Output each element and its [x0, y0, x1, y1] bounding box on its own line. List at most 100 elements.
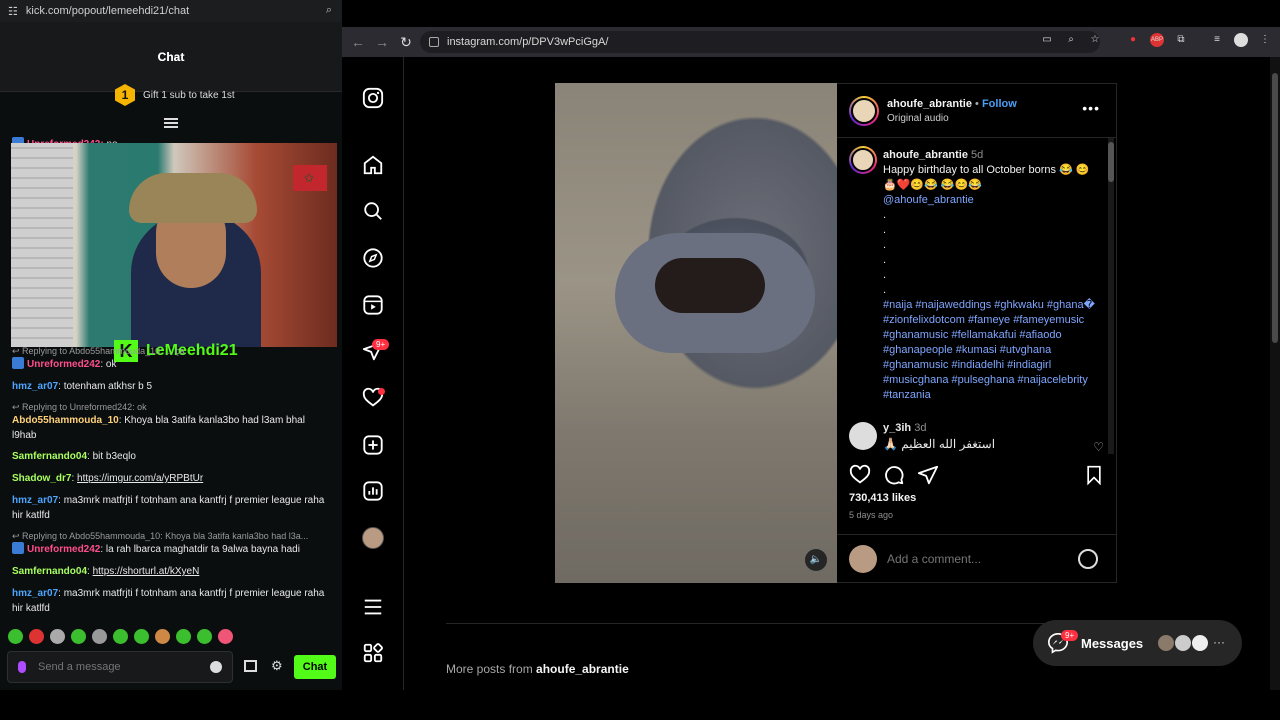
cast-icon[interactable]: ▭	[1040, 33, 1054, 47]
like-heart-icon[interactable]	[849, 464, 871, 486]
emote-icon[interactable]	[197, 629, 212, 644]
emote-icon[interactable]	[176, 629, 191, 644]
chat-link[interactable]: https://imgur.com/a/yRPBtUr	[77, 473, 203, 484]
page-scrollbar[interactable]	[1270, 57, 1280, 690]
adblock-icon[interactable]: ABP	[1150, 33, 1164, 47]
like-count[interactable]: 730,413 likes	[849, 492, 916, 504]
comment-text: 🙏🏻 استغفر الله العظيم	[883, 437, 996, 451]
chat-input-box[interactable]	[7, 651, 233, 683]
emote-icon[interactable]	[8, 629, 23, 644]
contact-avatar	[1174, 634, 1192, 652]
messages-floating-button[interactable]: 9+ Messages ···	[1033, 620, 1242, 666]
home-icon[interactable]	[362, 154, 384, 176]
chat-username[interactable]: hmz_ar07	[12, 588, 58, 599]
emote-icon[interactable]	[218, 629, 233, 644]
caption-username[interactable]: ahoufe_abrantie	[883, 149, 968, 161]
reels-icon[interactable]	[362, 294, 384, 316]
follow-button[interactable]: Follow	[982, 98, 1017, 110]
emote-icon[interactable]	[50, 629, 65, 644]
chat-message: hmz_ar07: ma3mrk matfrjti f totnham ana …	[12, 495, 325, 521]
caption-time: 5d	[971, 149, 984, 161]
chat-message: Unreformed242: ok	[12, 357, 330, 372]
gift-leaderboard-banner[interactable]: 1 Gift 1 sub to take 1st	[115, 84, 235, 106]
gear-icon[interactable]: ⚙	[271, 658, 283, 674]
add-comment-bar	[837, 534, 1116, 584]
dashboard-insights-icon[interactable]	[362, 480, 384, 502]
bookmark-star-icon[interactable]: ☆	[1088, 33, 1102, 47]
chat-username[interactable]: Unreformed242	[27, 544, 100, 555]
chat-link[interactable]: https://shorturl.at/kXyeN	[93, 566, 200, 577]
comment-bubble-icon[interactable]	[883, 464, 905, 486]
emote-icon[interactable]	[134, 629, 149, 644]
my-avatar	[849, 545, 877, 573]
media-controls-icon[interactable]: ≡	[1210, 33, 1224, 47]
caption-avatar[interactable]	[849, 146, 877, 174]
instagram-logo-icon[interactable]	[362, 87, 384, 109]
chat-username[interactable]: Samfernando04	[12, 566, 87, 577]
comments-scrollbar[interactable]	[1108, 138, 1114, 454]
also-from-meta-icon[interactable]	[362, 642, 384, 664]
original-audio-link[interactable]: Original audio	[887, 113, 949, 124]
chat-username[interactable]: Shadow_dr7	[12, 473, 71, 484]
emoji-picker-icon[interactable]	[210, 661, 222, 673]
author-username[interactable]: ahoufe_abrantie	[887, 98, 972, 110]
chat-message: Shadow_dr7: https://imgur.com/a/yRPBtUr	[12, 473, 204, 484]
chat-username[interactable]: hmz_ar07	[12, 495, 58, 506]
explore-compass-icon[interactable]	[362, 247, 384, 269]
emoji-icon[interactable]	[1078, 549, 1098, 569]
back-icon[interactable]: ←	[346, 34, 370, 50]
reply-context: ↩ Replying to Abdo55hammouda_10: ... ça	[12, 346, 185, 356]
post-caption: ahoufe_abrantie 5d Happy birthday to all…	[883, 148, 1098, 403]
pinned-menu-icon[interactable]	[164, 118, 178, 130]
record-extension-icon[interactable]: ●	[1126, 33, 1140, 47]
emote-icon[interactable]	[71, 629, 86, 644]
chrome-menu-icon[interactable]: ⋮	[1258, 33, 1272, 47]
chat-username[interactable]: Abdo55hammouda_10	[12, 415, 119, 426]
author-avatar[interactable]	[849, 96, 879, 126]
chat-message-input[interactable]	[38, 661, 188, 673]
chat-message: hmz_ar07: totenham atkhsr b 5	[12, 381, 153, 392]
sound-toggle-icon[interactable]: 🔈	[805, 549, 827, 571]
chat-username[interactable]: hmz_ar07	[12, 381, 58, 392]
toolbar-extensions: ▭ ⌕ ☆ ● ABP ⧉ ≡ ⋮	[1040, 33, 1272, 47]
more-posts-username[interactable]: ahoufe_abrantie	[536, 662, 629, 676]
send-chat-button[interactable]: Chat	[294, 655, 336, 679]
comment-like-icon[interactable]: ♡	[1093, 440, 1104, 454]
site-info-icon[interactable]	[429, 37, 439, 47]
reload-icon[interactable]: ↻	[394, 34, 418, 51]
extensions-puzzle-icon[interactable]: ⧉	[1174, 33, 1188, 47]
contact-avatar	[1191, 634, 1209, 652]
more-menu-icon[interactable]	[362, 596, 384, 618]
emote-icon[interactable]	[92, 629, 107, 644]
caption-mention[interactable]: @ahoufe_abrantie	[883, 193, 1098, 208]
address-bar[interactable]: instagram.com/p/DPV3wPciGgA/	[420, 31, 1100, 53]
more-options-icon[interactable]: •••	[1082, 100, 1100, 116]
forward-icon[interactable]: →	[370, 34, 394, 50]
emote-icon[interactable]	[113, 629, 128, 644]
profile-avatar[interactable]	[362, 527, 384, 549]
create-post-icon[interactable]	[362, 434, 384, 456]
microphone-icon[interactable]	[18, 661, 26, 673]
post-actions	[849, 464, 1104, 488]
commenter-username[interactable]: y_3ih	[883, 422, 911, 434]
chat-username[interactable]: Unreformed242	[27, 359, 100, 370]
emote-icon[interactable]	[29, 629, 44, 644]
zoom-icon[interactable]: ⌕	[1064, 33, 1078, 47]
emote-icon[interactable]	[155, 629, 170, 644]
site-settings-icon[interactable]: ☷	[8, 5, 18, 18]
chat-username[interactable]: Samfernando04	[12, 451, 87, 462]
caption-hashtags[interactable]: #naija #naijaweddings #ghkwaku #ghana� #…	[883, 298, 1098, 403]
profile-avatar[interactable]	[1234, 33, 1248, 47]
kick-chat-window: ☷ kick.com/popout/lemeehdi21/chat ⌕ Chat…	[0, 0, 342, 690]
commenter-avatar[interactable]	[849, 422, 877, 450]
post-video[interactable]: 🔈	[555, 83, 837, 583]
reply-context: ↩ Replying to Abdo55hammouda_10: Khoya b…	[12, 531, 309, 541]
search-icon[interactable]	[362, 200, 384, 222]
kick-url-bar[interactable]: ☷ kick.com/popout/lemeehdi21/chat ⌕	[0, 0, 342, 22]
zoom-icon[interactable]: ⌕	[326, 4, 332, 17]
store-icon[interactable]	[244, 660, 257, 672]
save-bookmark-icon[interactable]	[1084, 464, 1104, 486]
share-send-icon[interactable]	[917, 464, 939, 486]
window-blinds	[11, 143, 73, 347]
add-comment-input[interactable]	[887, 552, 1047, 566]
